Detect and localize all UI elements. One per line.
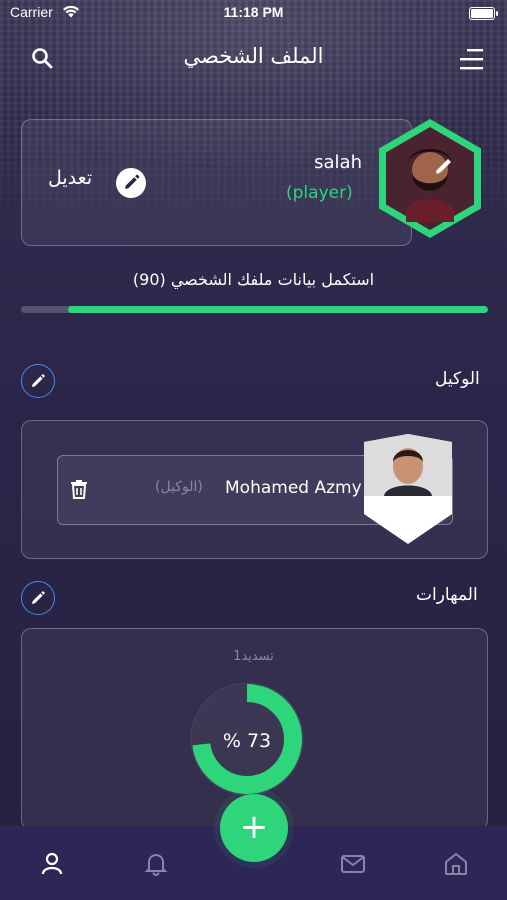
agent-role: (الوكيل) xyxy=(155,479,203,495)
mail-icon[interactable] xyxy=(340,851,366,877)
home-icon[interactable] xyxy=(443,851,469,877)
agent-photo xyxy=(364,434,452,544)
profile-icon[interactable] xyxy=(39,850,65,876)
profile-role: (player) xyxy=(286,183,353,203)
status-time: 11:18 PM xyxy=(223,4,284,20)
agent-section-title: الوكيل xyxy=(435,369,480,389)
pencil-icon xyxy=(32,591,45,604)
edit-skills-button[interactable] xyxy=(21,581,55,615)
profile-avatar[interactable] xyxy=(376,117,484,240)
edit-profile-button[interactable] xyxy=(116,168,146,198)
edit-agent-button[interactable] xyxy=(21,364,55,398)
status-bar: Carrier 11:18 PM xyxy=(0,4,507,24)
page-title: الملف الشخصي xyxy=(183,44,324,68)
agent-name: Mohamed Azmy xyxy=(225,478,362,498)
profile-completeness-label: استكمل بيانات ملفك الشخصي (90) xyxy=(132,270,375,289)
add-icon: + xyxy=(239,807,269,847)
add-button[interactable]: + xyxy=(220,794,288,862)
hamburger-menu-icon[interactable] xyxy=(458,47,484,71)
skill-value: % 73 xyxy=(222,730,272,752)
trash-icon[interactable] xyxy=(68,478,90,500)
edit-profile-label[interactable]: تعديل xyxy=(48,167,92,189)
search-icon[interactable] xyxy=(30,46,54,70)
profile-progress-bar xyxy=(21,306,488,313)
profile-name: salah xyxy=(314,152,362,173)
pencil-icon xyxy=(125,174,140,189)
skill-name: تسديد1 xyxy=(233,649,274,664)
bell-icon[interactable] xyxy=(143,850,169,876)
battery-icon xyxy=(469,7,498,20)
skills-section-title: المهارات xyxy=(416,585,478,605)
pencil-icon xyxy=(32,374,45,387)
profile-progress-fill xyxy=(67,306,488,313)
